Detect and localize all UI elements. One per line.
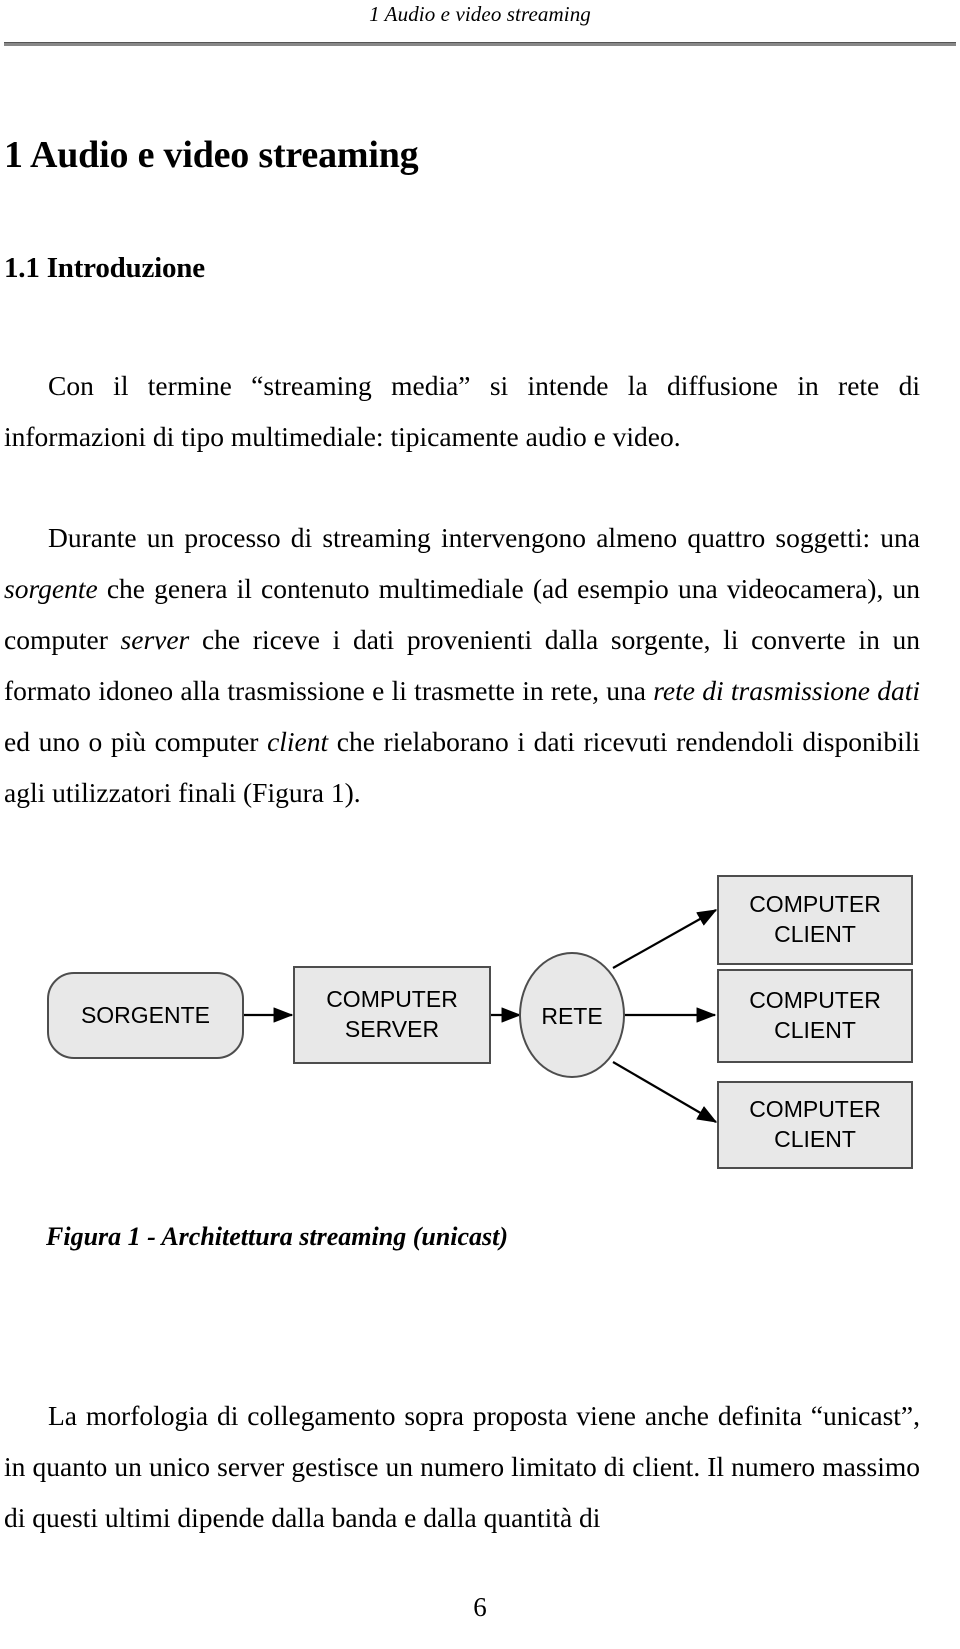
figure-1-diagram: SORGENTE COMPUTER SERVER RETE COMPUTER C… bbox=[47, 875, 913, 1169]
term-sorgente: sorgente bbox=[4, 572, 98, 604]
figure-1-architettura-streaming: SORGENTE COMPUTER SERVER RETE COMPUTER C… bbox=[0, 860, 960, 1190]
node-sorgente: SORGENTE bbox=[47, 972, 244, 1059]
running-header-title: 1 Audio e video streaming bbox=[369, 2, 591, 26]
node-computer-client-3-label-line1: COMPUTER bbox=[749, 1096, 881, 1122]
node-computer-client-2-label-line2: CLIENT bbox=[774, 1017, 856, 1043]
term-server: server bbox=[120, 623, 190, 655]
arrow-rete-to-client-3 bbox=[612, 1061, 718, 1123]
node-computer-client-1-label-line2: CLIENT bbox=[774, 921, 856, 947]
page-number: 6 bbox=[473, 1592, 487, 1622]
node-rete: RETE bbox=[519, 952, 625, 1078]
node-computer-client-3: COMPUTER CLIENT bbox=[717, 1081, 913, 1169]
page-running-header: 1 Audio e video streaming bbox=[0, 0, 960, 48]
paragraph-soggetti: Durante un processo di streaming interve… bbox=[4, 512, 920, 818]
paragraph-introduzione: Con il termine “streaming media” si inte… bbox=[4, 369, 920, 452]
node-computer-server-label-line2: SERVER bbox=[345, 1016, 439, 1042]
arrow-rete-to-client-1 bbox=[612, 909, 718, 969]
paragraph-soggetti-text-d: ed uno o più computer bbox=[4, 725, 268, 757]
header-divider-rule bbox=[4, 42, 956, 46]
term-client: client bbox=[267, 725, 329, 757]
node-sorgente-label: SORGENTE bbox=[81, 1002, 210, 1028]
figure-1-caption: Figura 1 - Architettura streaming (unica… bbox=[46, 1222, 509, 1251]
node-computer-client-1: COMPUTER CLIENT bbox=[717, 875, 913, 965]
paragraph-unicast: La morfologia di collegamento sopra prop… bbox=[4, 1399, 920, 1533]
section-heading: 1.1 Introduzione bbox=[4, 252, 205, 285]
node-computer-server-label-line1: COMPUTER bbox=[326, 986, 458, 1012]
chapter-heading: 1 Audio e video streaming bbox=[4, 134, 419, 177]
paragraph-soggetti-text-a: Durante un processo di streaming interve… bbox=[48, 521, 920, 553]
node-computer-client-2: COMPUTER CLIENT bbox=[717, 969, 913, 1063]
node-computer-server: COMPUTER SERVER bbox=[293, 966, 491, 1064]
node-computer-client-3-label-line2: CLIENT bbox=[774, 1126, 856, 1152]
node-computer-client-1-label-line1: COMPUTER bbox=[749, 891, 881, 917]
node-rete-label: RETE bbox=[541, 1003, 602, 1029]
term-rete-di-trasmissione-dati: rete di trasmissione dati bbox=[653, 674, 920, 706]
node-computer-client-2-label-line1: COMPUTER bbox=[749, 987, 881, 1013]
